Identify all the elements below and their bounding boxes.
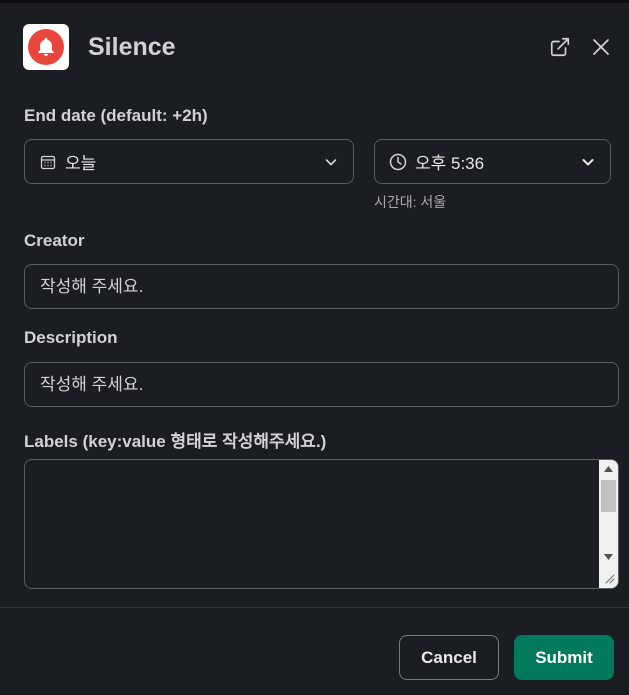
end-date-label: End date (default: +2h): [24, 106, 208, 125]
labels-label: Labels (key:value 형태로 작성해주세요.): [24, 432, 327, 451]
modal-header: Silence: [0, 3, 629, 93]
cancel-button[interactable]: Cancel: [399, 635, 499, 680]
creator-label: Creator: [24, 231, 85, 250]
date-value: 오늘: [65, 154, 97, 173]
time-picker[interactable]: 오후 5:36: [374, 139, 611, 184]
bell-icon: [28, 29, 64, 65]
resize-grip-icon[interactable]: [599, 568, 618, 588]
description-input[interactable]: [24, 362, 619, 407]
expand-button[interactable]: [548, 35, 572, 59]
labels-textarea-container: [24, 459, 619, 589]
time-value: 오후 5:36: [415, 154, 485, 173]
footer-divider: [0, 607, 629, 608]
submit-button[interactable]: Submit: [514, 635, 614, 680]
silence-modal: Silence End date (default: +2h) 오늘 오후 5:…: [0, 0, 629, 695]
chevron-down-icon: [580, 154, 596, 170]
close-button[interactable]: [589, 35, 613, 59]
clock-icon: [389, 153, 407, 171]
description-label: Description: [24, 328, 118, 347]
chevron-down-icon: [323, 154, 339, 170]
date-picker[interactable]: 오늘: [24, 139, 354, 184]
calendar-icon: [39, 153, 57, 171]
timezone-hint: 시간대: 서울: [374, 194, 447, 210]
close-icon: [593, 39, 609, 55]
creator-input[interactable]: [24, 264, 619, 309]
labels-textarea[interactable]: [25, 460, 595, 586]
scrollbar-thumb[interactable]: [601, 480, 616, 512]
external-link-icon: [550, 37, 570, 57]
scroll-down-arrow-icon[interactable]: [599, 548, 618, 565]
app-icon: [23, 24, 69, 70]
scroll-up-arrow-icon[interactable]: [599, 460, 618, 477]
modal-title: Silence: [88, 33, 176, 61]
